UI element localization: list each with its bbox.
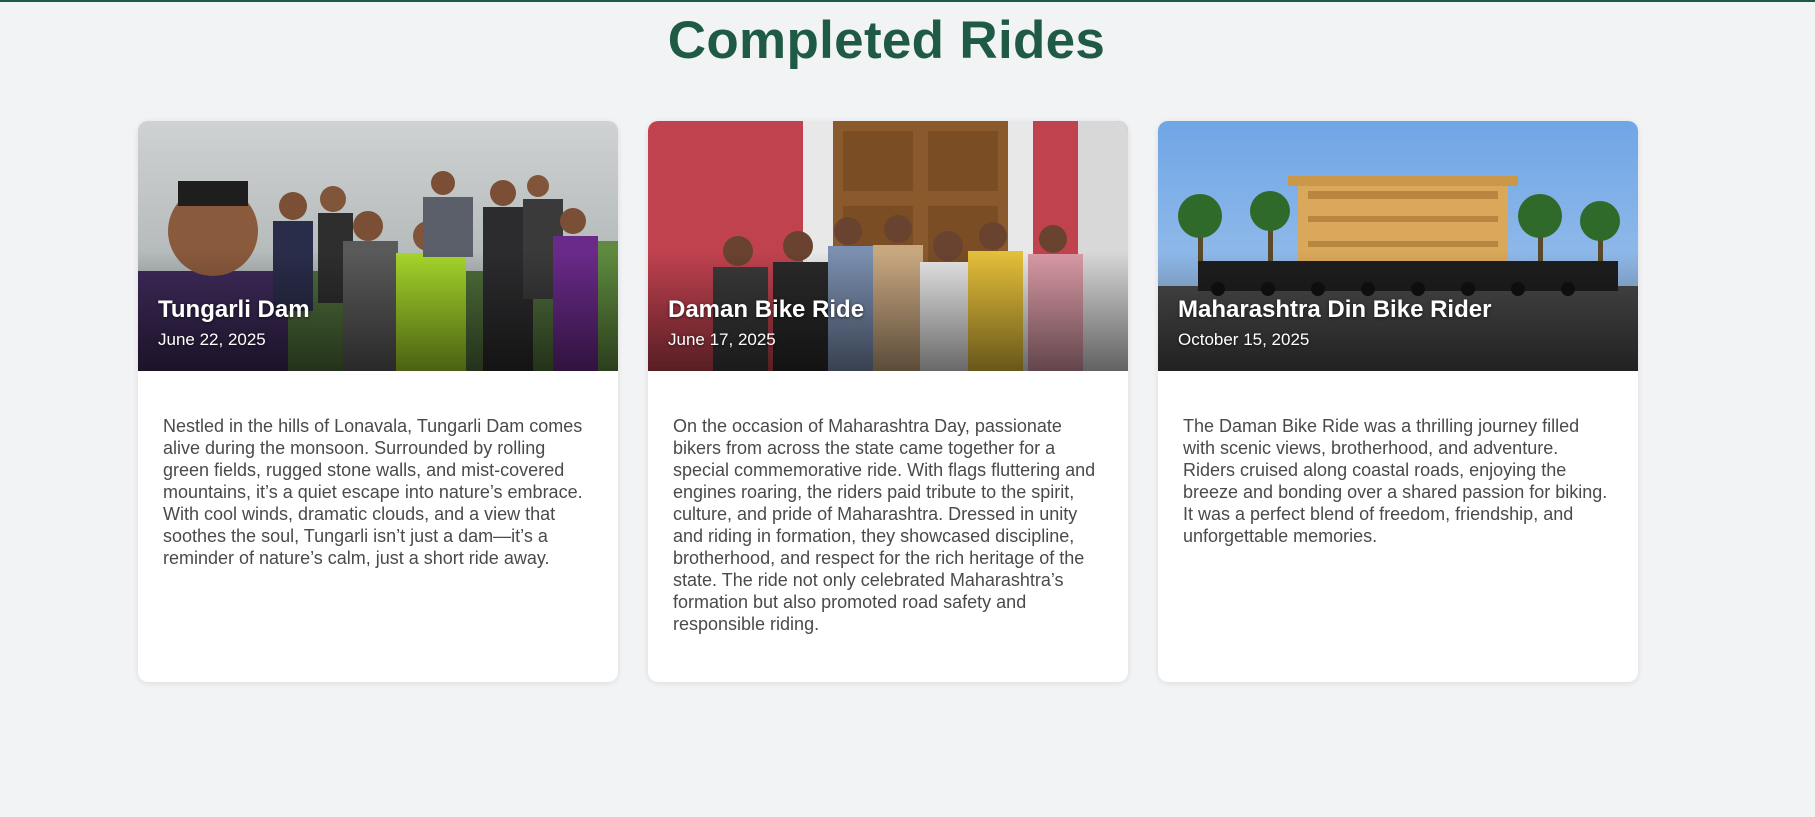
ride-card-tungarli-dam[interactable]: Tungarli Dam June 22, 2025 Nestled in th…	[138, 121, 618, 682]
ride-card-maharashtra-din[interactable]: Maharashtra Din Bike Rider October 15, 2…	[1158, 121, 1638, 682]
ride-card-daman-bike-ride[interactable]: Daman Bike Ride June 17, 2025 On the occ…	[648, 121, 1128, 682]
ride-photo-bikes-at-hotel: Maharashtra Din Bike Rider October 15, 2…	[1158, 121, 1638, 371]
ride-description: Nestled in the hills of Lonavala, Tungar…	[163, 416, 583, 568]
ride-date: October 15, 2025	[1178, 330, 1310, 349]
page-title: Completed Rides	[667, 11, 1106, 70]
ride-photo-group-at-door: Daman Bike Ride June 17, 2025	[648, 121, 1128, 371]
ride-title: Tungarli Dam	[158, 296, 310, 323]
ride-date: June 17, 2025	[668, 330, 776, 349]
top-accent-line	[0, 0, 1815, 2]
ride-title: Maharashtra Din Bike Rider	[1178, 296, 1492, 323]
ride-description: On the occasion of Maharashtra Day, pass…	[673, 416, 1096, 634]
ride-photo-group-selfie: Tungarli Dam June 22, 2025	[138, 121, 618, 371]
ride-date: June 22, 2025	[158, 330, 266, 349]
rides-grid: Tungarli Dam June 22, 2025 Nestled in th…	[138, 121, 1638, 683]
ride-description: The Daman Bike Ride was a thrilling jour…	[1183, 416, 1608, 546]
ride-title: Daman Bike Ride	[668, 296, 865, 323]
